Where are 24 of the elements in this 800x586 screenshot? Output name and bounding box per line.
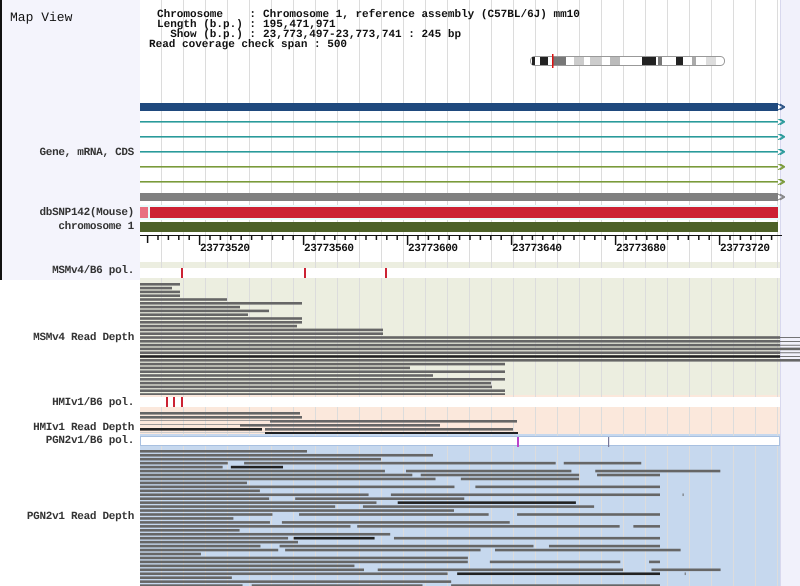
info-value: 195,471,971 — [263, 20, 336, 30]
view-title: Map View — [0, 0, 140, 100]
track-label: HMIv1/B6 pol. — [52, 396, 134, 408]
track-label: dbSNP142(Mouse) — [39, 206, 134, 218]
axis-tick-label: 23773640 — [512, 243, 562, 255]
info-label: Length (b.p.) : — [157, 20, 256, 30]
track-label: HMIv1 Read Depth — [33, 422, 134, 434]
axis-tick-label: 23773680 — [616, 243, 666, 255]
track-label: Gene, mRNA, CDS — [39, 146, 134, 158]
axis-tick-label: 23773600 — [408, 243, 458, 255]
info-value: Chromosome 1, reference assembly (C57BL/6J) mm10 — [263, 10, 580, 20]
track-label: PGN2v1/B6 pol. — [46, 435, 134, 447]
axis-tick-label: 23773520 — [200, 243, 250, 255]
track-label: PGN2v1 Read Depth — [26, 511, 134, 523]
track-label: chromosome 1 — [58, 221, 134, 233]
info-label: Chromosome : — [157, 10, 256, 20]
axis-tick-label: 23773720 — [720, 243, 770, 255]
variant-mark — [608, 437, 610, 447]
track-label: MSMv4/B6 pol. — [52, 265, 134, 277]
axis-tick-label: 23773560 — [304, 243, 354, 255]
info-label: Show (b.p.) : — [170, 30, 256, 40]
track-label: MSMv4 Read Depth — [33, 332, 134, 344]
coverage-span-text: Read coverage check span : 500 — [149, 40, 348, 50]
info-value: 23,773,497-23,773,741 : 245 bp — [263, 30, 462, 40]
